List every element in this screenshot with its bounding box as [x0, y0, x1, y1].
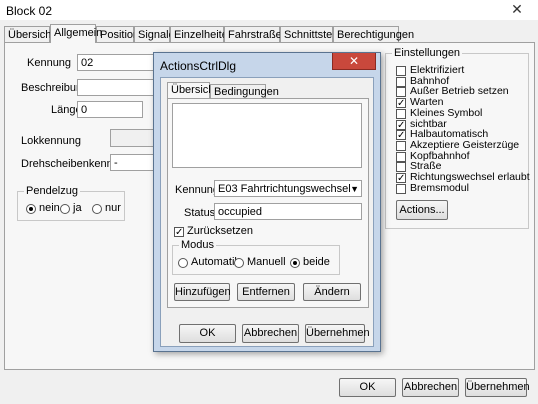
- modus-title: Modus: [179, 239, 217, 251]
- settings-checkbox[interactable]: [396, 76, 406, 87]
- laenge-input[interactable]: 0: [77, 101, 143, 118]
- dialog-tab-bedingungen[interactable]: Bedingungen: [210, 84, 279, 99]
- tab-uebersicht[interactable]: Übersicht: [4, 26, 54, 42]
- pendelzug-title: Pendelzug: [24, 185, 80, 197]
- modus-group: Modus Automatik Manuell beide: [172, 239, 340, 275]
- settings-checkbox[interactable]: ✓: [396, 98, 406, 109]
- kennung-input[interactable]: 02: [77, 54, 155, 71]
- settings-checkbox[interactable]: [396, 140, 406, 151]
- tab-einzelheiten[interactable]: Einzelheiten: [170, 26, 234, 42]
- reset-label: Zurücksetzen: [187, 225, 254, 237]
- dialog-cancel-button[interactable]: Abbrechen: [242, 324, 299, 343]
- radio-nein-label: nein: [39, 202, 60, 214]
- actions-list[interactable]: [172, 103, 362, 168]
- radio-beide[interactable]: [290, 258, 300, 268]
- tab-schnittstelle[interactable]: Schnittstelle: [280, 26, 343, 42]
- dialog-status-input[interactable]: occupied: [214, 203, 362, 220]
- settings-checkbox[interactable]: [396, 183, 406, 194]
- actions-dialog: ActionsCtrlDlg ✕ Übersicht Bedingungen K…: [153, 52, 381, 352]
- reset-checkbox[interactable]: ✓: [174, 227, 184, 238]
- einstellungen-group: Einstellungen Elektrifiziert Bahnhof Außer…: [385, 47, 530, 229]
- radio-beide-label: beide: [303, 256, 330, 268]
- dialog-apply-button[interactable]: Übernehmen: [305, 324, 370, 343]
- settings-checkbox[interactable]: ✓: [396, 173, 406, 184]
- add-button[interactable]: Hinzufügen: [174, 283, 231, 301]
- tab-signale[interactable]: Signale: [134, 26, 175, 42]
- kennung-label: Kennung: [27, 57, 72, 69]
- dialog-client: Übersicht Bedingungen Kennung E03 Fahrtr…: [160, 77, 374, 347]
- lokkennung-label: Lokkennung: [21, 135, 81, 147]
- dialog-kennung-value: E03 Fahrtrichtungswechsel: [218, 183, 351, 195]
- edit-button[interactable]: Ändern: [303, 283, 361, 301]
- radio-ja-label: ja: [73, 202, 82, 214]
- radio-manuell-label: Manuell: [247, 256, 286, 268]
- settings-checkbox[interactable]: ✓: [396, 119, 406, 130]
- apply-button[interactable]: Übernehmen: [465, 378, 530, 397]
- einstellungen-title: Einstellungen: [392, 47, 463, 59]
- dialog-title: ActionsCtrlDlg: [160, 59, 237, 73]
- pendelzug-group: Pendelzug nein ja nur: [17, 185, 125, 221]
- settings-checkbox[interactable]: [396, 87, 406, 98]
- dialog-status-label: Status: [184, 207, 216, 219]
- radio-manuell[interactable]: [234, 258, 244, 268]
- settings-checkbox[interactable]: [396, 162, 406, 173]
- window-title: Block 02: [6, 4, 53, 18]
- radio-nur[interactable]: [92, 204, 102, 214]
- settings-checkbox[interactable]: [396, 66, 406, 76]
- actions-button[interactable]: Actions...: [396, 200, 448, 220]
- drehscheibe-input[interactable]: -: [110, 154, 155, 171]
- radio-nein[interactable]: [26, 204, 36, 214]
- settings-checkbox[interactable]: [396, 151, 406, 162]
- dialog-ok-button[interactable]: OK: [179, 324, 236, 343]
- chevron-down-icon: ▼: [350, 184, 359, 194]
- remove-button[interactable]: Entfernen: [237, 283, 295, 301]
- lokkennung-input: [110, 129, 155, 147]
- settings-checkbox[interactable]: [396, 108, 406, 119]
- dialog-kennung-label: Kennung: [175, 184, 220, 196]
- radio-automatik-label: Automatik: [191, 256, 240, 268]
- cancel-button[interactable]: Abbrechen: [402, 378, 459, 397]
- title-bar: Block 02 ✕: [0, 0, 538, 20]
- radio-selected-dot: [293, 261, 297, 265]
- radio-selected-dot: [29, 207, 33, 211]
- dialog-tab-panel: Kennung E03 Fahrtrichtungswechsel ▼ Stat…: [167, 98, 369, 308]
- radio-nur-label: nur: [105, 202, 121, 214]
- tab-berechtigungen[interactable]: Berechtigungen: [333, 26, 414, 42]
- settings-checkbox[interactable]: ✓: [396, 130, 406, 141]
- radio-automatik[interactable]: [178, 258, 188, 268]
- dialog-kennung-select[interactable]: E03 Fahrtrichtungswechsel ▼: [214, 180, 362, 197]
- window-close-icon[interactable]: ✕: [497, 0, 537, 18]
- beschreibung-input[interactable]: [77, 79, 155, 96]
- dialog-close-icon[interactable]: ✕: [332, 53, 376, 70]
- tab-fahrstrassen[interactable]: Fahrstraßen: [224, 26, 288, 42]
- ok-button[interactable]: OK: [339, 378, 396, 397]
- settings-checkbox-label: Bremsmodul: [410, 181, 469, 194]
- tab-allgemein[interactable]: Allgemein: [50, 24, 102, 43]
- radio-ja[interactable]: [60, 204, 70, 214]
- dialog-tab-uebersicht[interactable]: Übersicht: [167, 82, 217, 99]
